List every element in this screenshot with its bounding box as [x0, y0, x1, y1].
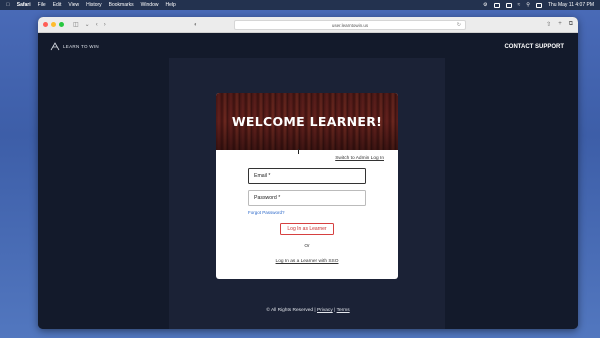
- copyright-text: © All Rights Reserved |: [266, 308, 316, 313]
- terms-link[interactable]: Terms: [337, 308, 350, 313]
- or-divider: Or: [304, 244, 310, 249]
- menu-window[interactable]: Window: [141, 2, 159, 8]
- privacy-shield-icon[interactable]: ◐: [194, 22, 198, 28]
- close-window-button[interactable]: [43, 22, 48, 27]
- display-icon[interactable]: [493, 2, 500, 8]
- email-field[interactable]: Email *: [248, 168, 366, 184]
- back-button[interactable]: ‹: [96, 22, 98, 28]
- switch-to-admin-link[interactable]: Switch to Admin Log In: [335, 156, 384, 161]
- tab-overview-icon[interactable]: ⧉: [569, 21, 573, 28]
- url-text: user.learntowin.us: [331, 22, 369, 28]
- zoom-window-button[interactable]: [59, 22, 64, 27]
- share-icon[interactable]: ⇧: [546, 21, 551, 28]
- macos-menu-bar:  Safari File Edit View History Bookmark…: [0, 0, 600, 10]
- page-title: WELCOME LEARNER!: [231, 114, 383, 129]
- site-content: LEARN TO WIN CONTACT SUPPORT WELCOME LEA…: [38, 33, 578, 329]
- browser-window: ◫ ⌄ ‹ › ◐ user.learntowin.us ↻ ⇧ + ⧉ LEA…: [38, 17, 578, 329]
- chevron-down-icon[interactable]: ⌄: [85, 21, 90, 28]
- forward-button[interactable]: ›: [104, 22, 106, 28]
- login-as-learner-button[interactable]: Log In as Learner: [280, 223, 334, 235]
- browser-toolbar: ◫ ⌄ ‹ › ◐ user.learntowin.us ↻ ⇧ + ⧉: [38, 17, 578, 33]
- menu-safari[interactable]: Safari: [17, 2, 31, 8]
- password-field[interactable]: Password *: [248, 190, 366, 206]
- toolbar-right-group: ⇧ + ⧉: [546, 21, 573, 28]
- new-tab-icon[interactable]: +: [558, 21, 562, 28]
- email-label: Email *: [254, 173, 271, 179]
- login-card: WELCOME LEARNER! Switch to Admin Log In …: [216, 93, 398, 279]
- menu-bookmarks[interactable]: Bookmarks: [109, 2, 134, 8]
- contact-support-link[interactable]: CONTACT SUPPORT: [504, 44, 564, 50]
- sidebar-icon[interactable]: ◫: [73, 21, 79, 28]
- login-form: Switch to Admin Log In Email * Password …: [216, 150, 398, 279]
- search-icon[interactable]: ⚲: [526, 2, 530, 8]
- menu-view[interactable]: View: [68, 2, 79, 8]
- menubar-clock[interactable]: Thu May 11 4:07 PM: [548, 2, 594, 8]
- login-hero-banner: WELCOME LEARNER!: [216, 93, 398, 150]
- sso-login-link[interactable]: Log In as a Learner with SSO: [216, 259, 398, 264]
- menu-help[interactable]: Help: [165, 2, 175, 8]
- logo-text: LEARN TO WIN: [63, 44, 99, 49]
- menubar-status-area: ⚙ ≈ ⚲ Thu May 11 4:07 PM: [483, 2, 594, 8]
- logo-mark-icon: [50, 42, 60, 51]
- menu-edit[interactable]: Edit: [53, 2, 62, 8]
- menu-history[interactable]: History: [86, 2, 102, 8]
- address-bar[interactable]: user.learntowin.us ↻: [234, 20, 466, 30]
- site-footer: © All Rights Reserved | Privacy | Terms: [38, 308, 578, 313]
- menu-file[interactable]: File: [38, 2, 46, 8]
- password-label: Password *: [254, 195, 281, 201]
- privacy-link[interactable]: Privacy: [317, 308, 333, 313]
- forgot-password-link[interactable]: Forgot Password?: [248, 210, 285, 215]
- site-logo[interactable]: LEARN TO WIN: [50, 42, 99, 51]
- text-cursor: [298, 149, 299, 154]
- gear-icon[interactable]: ⚙: [483, 2, 487, 8]
- battery-icon[interactable]: [505, 2, 512, 8]
- apple-icon[interactable]: : [6, 2, 10, 8]
- wifi-icon[interactable]: ≈: [518, 2, 521, 8]
- reload-icon[interactable]: ↻: [457, 22, 461, 28]
- footer-separator: |: [334, 308, 336, 313]
- minimize-window-button[interactable]: [51, 22, 56, 27]
- site-header: LEARN TO WIN CONTACT SUPPORT: [38, 33, 578, 60]
- control-center-icon[interactable]: [535, 2, 542, 8]
